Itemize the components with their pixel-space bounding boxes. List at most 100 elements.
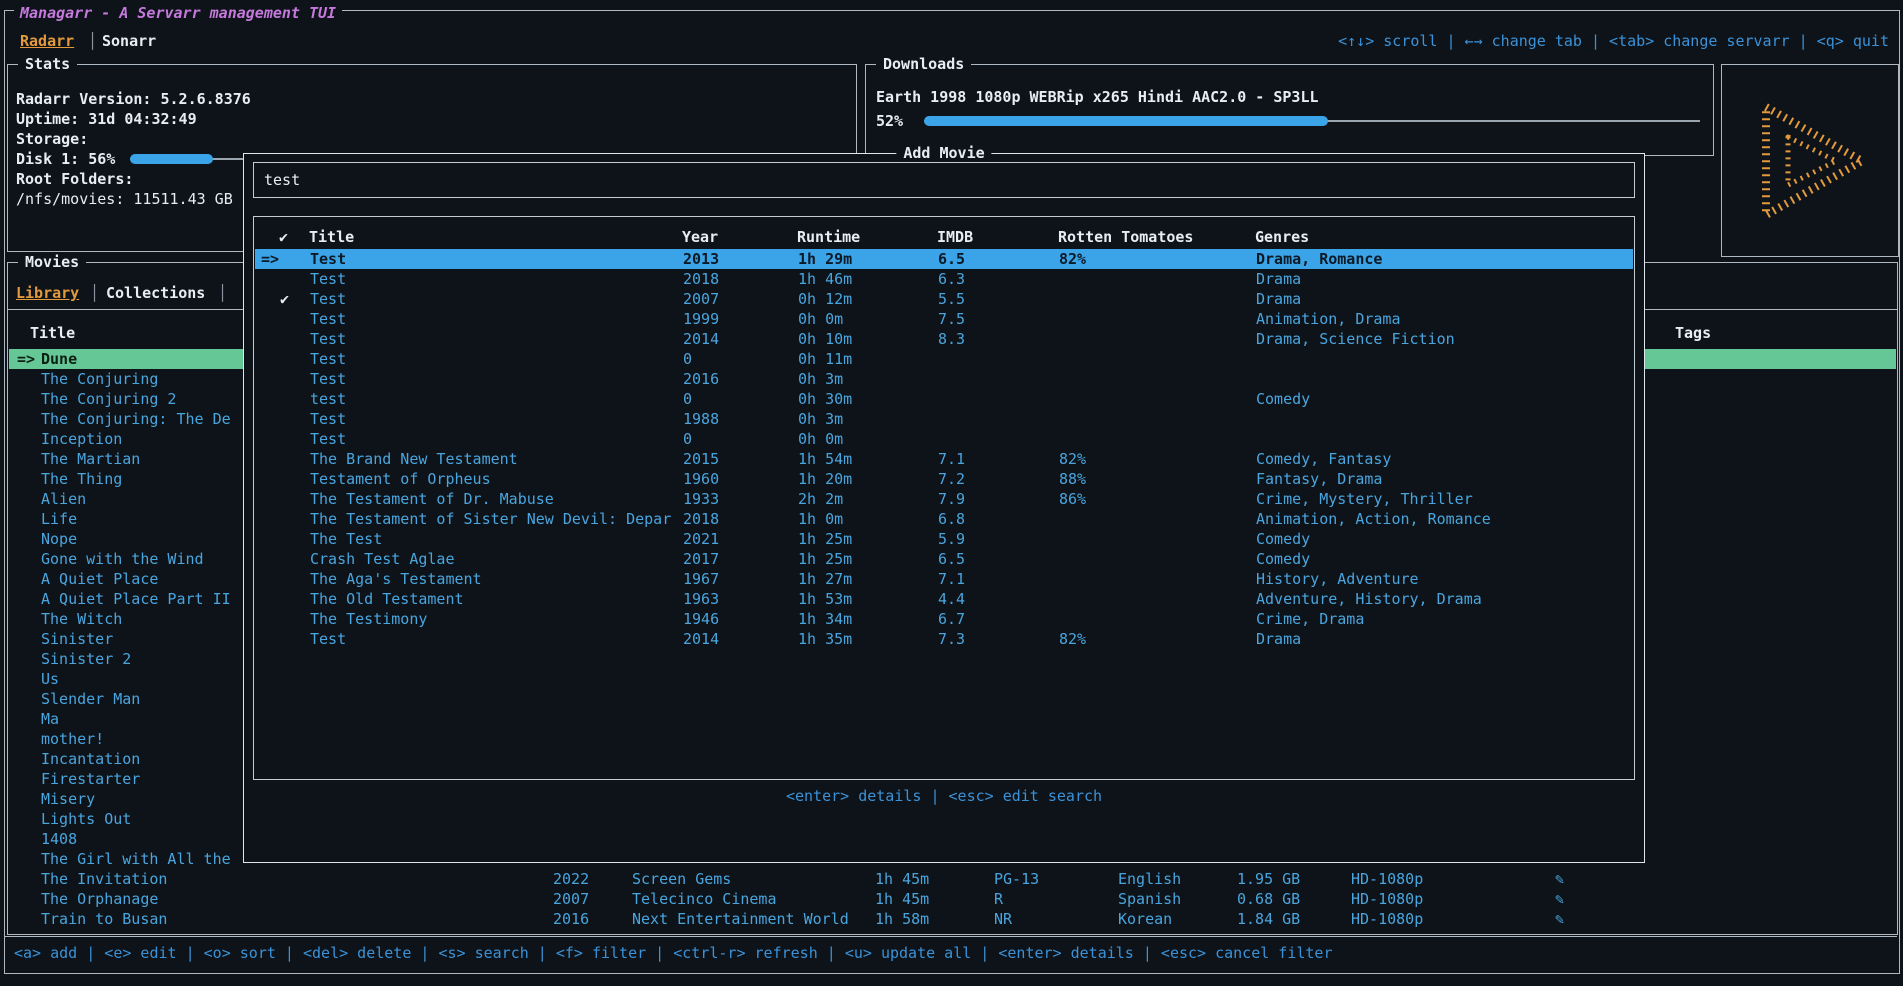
result-title: The Testament of Sister New Devil: Depar [310,509,671,529]
movie-title: The Conjuring [41,369,158,389]
result-year: 2013 [683,249,719,269]
movie-runtime: 1h 58m [875,909,929,929]
result-genres: Comedy, Fantasy [1256,449,1391,469]
result-genres: Drama [1256,629,1301,649]
tab-sonarr[interactable]: Sonarr [102,31,156,51]
result-genres: History, Adventure [1256,569,1419,589]
column-header: Runtime [797,227,860,247]
result-title: Test [310,429,346,449]
search-result-row[interactable]: The Test20211h 25m5.9Comedy [255,529,1633,549]
result-imdb: 7.3 [938,629,965,649]
result-imdb: 6.7 [938,609,965,629]
tab-collections[interactable]: Collections [106,283,205,303]
tab-library[interactable]: Library [16,283,79,303]
movie-size: 0.68 GB [1237,889,1300,909]
search-result-row[interactable]: Testament of Orpheus19601h 20m7.288%Fant… [255,469,1633,489]
result-genres: Comedy [1256,549,1310,569]
library-row[interactable]: The Orphanage2007Telecinco Cinema1h 45mR… [9,889,1896,909]
search-result-row[interactable]: The Testimony19461h 34m6.7Crime, Drama [255,609,1633,629]
search-result-row[interactable]: ✔Test20070h 12m5.5Drama [255,289,1633,309]
result-genres: Drama [1256,269,1301,289]
result-title: The Brand New Testament [310,449,518,469]
result-runtime: 0h 0m [798,309,843,329]
result-year: 2016 [683,369,719,389]
movie-title: Alien [41,489,86,509]
managarr-logo [1744,97,1876,225]
add-movie-modal: Add Movie ✔TitleYearRuntimeIMDBRotten To… [243,153,1645,863]
result-imdb: 6.8 [938,509,965,529]
result-year: 1960 [683,469,719,489]
search-result-row[interactable]: Test19880h 3m [255,409,1633,429]
search-result-row[interactable]: Test20141h 35m7.382%Drama [255,629,1633,649]
result-runtime: 0h 3m [798,409,843,429]
movies-panel-title: Movies [18,252,86,272]
search-result-row[interactable]: The Aga's Testament19671h 27m7.1History,… [255,569,1633,589]
result-year: 2014 [683,629,719,649]
modal-keybinds: <enter> details | <esc> edit search [244,786,1644,806]
movie-language: Korean [1118,909,1172,929]
logo-panel [1721,64,1899,257]
search-result-row[interactable]: Test20181h 46m6.3Drama [255,269,1633,289]
selection-arrow-icon: => [17,349,35,369]
search-result-row[interactable]: The Old Testament19631h 53m4.4Adventure,… [255,589,1633,609]
result-year: 2021 [683,529,719,549]
download-item-name: Earth 1998 1080p WEBRip x265 Hindi AAC2.… [876,87,1319,107]
movie-title: The Invitation [41,869,167,889]
result-year: 2007 [683,289,719,309]
library-row[interactable]: Train to Busan2016Next Entertainment Wor… [9,909,1896,929]
search-result-row[interactable]: Test00h 0m [255,429,1633,449]
search-result-row[interactable]: Test20160h 3m [255,369,1633,389]
search-result-row[interactable]: The Testament of Dr. Mabuse19332h 2m7.98… [255,489,1633,509]
result-genres: Animation, Action, Romance [1256,509,1491,529]
result-runtime: 1h 53m [798,589,852,609]
movie-title: The Witch [41,609,122,629]
result-imdb: 7.1 [938,449,965,469]
result-imdb: 5.9 [938,529,965,549]
modal-title: Add Movie [896,143,991,163]
search-result-row[interactable]: =>Test20131h 29m6.582%Drama, Romance [255,249,1633,269]
tab-separator: │ [218,283,227,303]
result-year: 0 [683,349,692,369]
search-result-row[interactable]: test00h 30mComedy [255,389,1633,409]
result-year: 1933 [683,489,719,509]
movie-language: Spanish [1118,889,1181,909]
download-progress-gauge [924,112,1700,130]
result-year: 1963 [683,589,719,609]
movie-title: The Martian [41,449,140,469]
column-header: Title [309,227,354,247]
radarr-version: Radarr Version: 5.2.6.8376 [16,89,251,109]
result-runtime: 2h 2m [798,489,843,509]
search-result-row[interactable]: Test19990h 0m7.5Animation, Drama [255,309,1633,329]
search-box [253,162,1635,198]
search-result-row[interactable]: Crash Test Aglae20171h 25m6.5Comedy [255,549,1633,569]
result-title: Test [310,349,346,369]
result-genres: Drama [1256,289,1301,309]
result-title: The Testimony [310,609,427,629]
movie-title: Train to Busan [41,909,167,929]
storage-label: Storage: [16,129,88,149]
result-year: 1988 [683,409,719,429]
library-row[interactable]: The Invitation2022Screen Gems1h 45mPG-13… [9,869,1896,889]
column-header: Genres [1255,227,1309,247]
managarr-screen: Managarr - A Servarr management TUI Rada… [0,0,1903,986]
movie-search-input[interactable] [254,163,1634,197]
result-title: Test [310,309,346,329]
search-result-row[interactable]: Test20140h 10m8.3Drama, Science Fiction [255,329,1633,349]
column-header: Rotten Tomatoes [1058,227,1193,247]
result-runtime: 0h 30m [798,389,852,409]
search-result-row[interactable]: The Brand New Testament20151h 54m7.182%C… [255,449,1633,469]
result-imdb: 6.5 [938,549,965,569]
result-imdb: 6.5 [938,249,965,269]
result-genres: Crime, Drama [1256,609,1364,629]
downloads-panel: Downloads Earth 1998 1080p WEBRip x265 H… [865,64,1714,156]
movie-title: Dune [41,349,77,369]
tab-radarr[interactable]: Radarr [20,31,74,51]
search-result-row[interactable]: Test00h 11m [255,349,1633,369]
search-result-row[interactable]: The Testament of Sister New Devil: Depar… [255,509,1633,529]
movie-year: 2007 [553,889,589,909]
movie-language: English [1118,869,1181,889]
result-runtime: 1h 25m [798,529,852,549]
bottom-bar-divider [5,936,1897,937]
movie-quality: HD-1080p [1351,909,1423,929]
gauge-fill [130,154,213,164]
